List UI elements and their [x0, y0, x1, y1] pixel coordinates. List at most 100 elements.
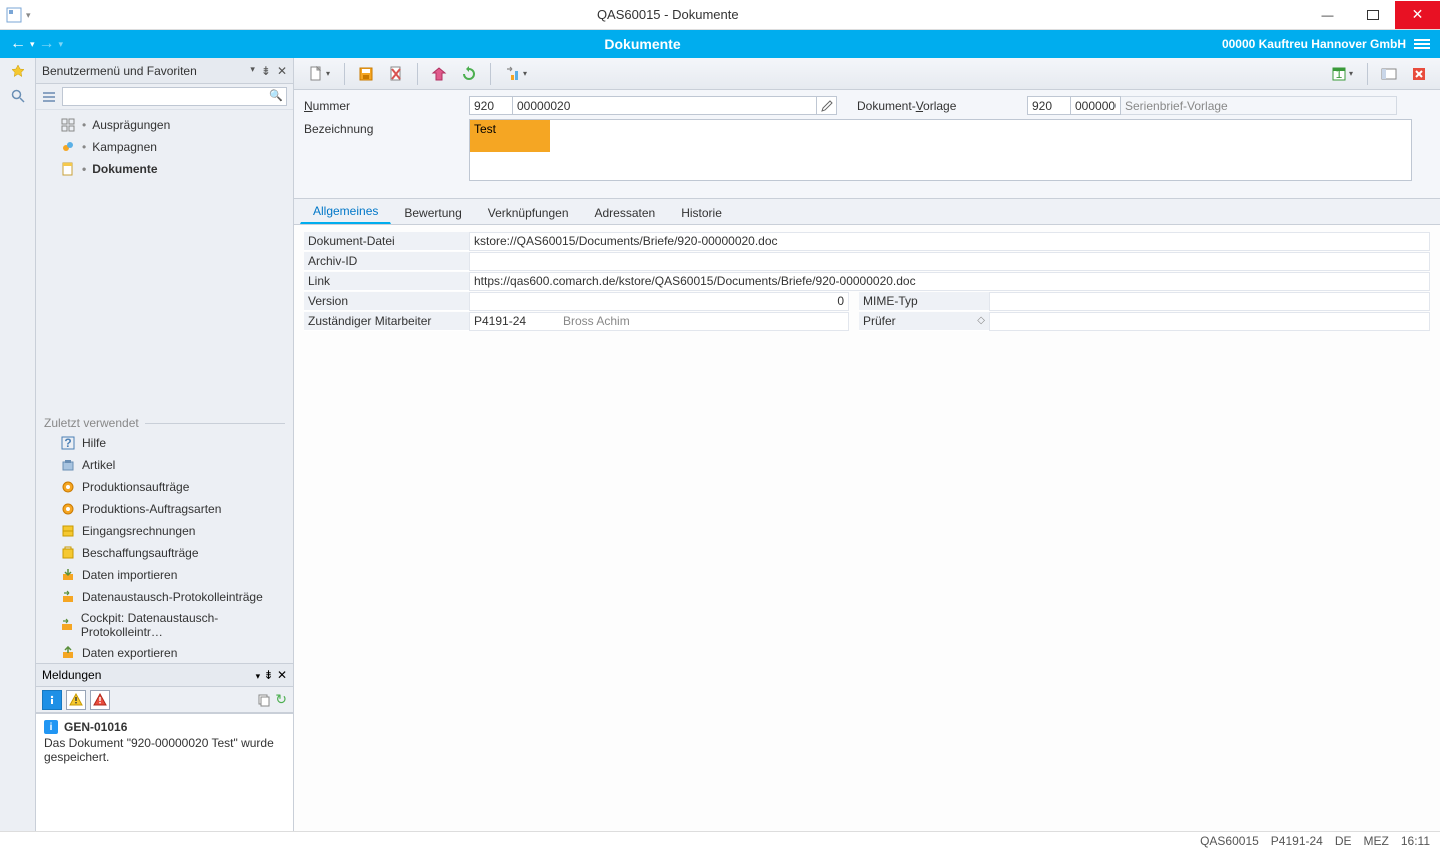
link-label: Link	[304, 272, 469, 291]
status-bar: QAS60015 P4191-24 DE MEZ 16:11	[0, 831, 1440, 849]
sidebar-search-input[interactable]	[62, 87, 287, 106]
pruefer-label: Prüfer◇	[859, 312, 989, 331]
vorlage-prefix-input[interactable]	[1027, 96, 1071, 115]
article-icon	[60, 457, 76, 473]
refresh-button[interactable]	[456, 62, 482, 86]
header-form: Nummer Dokument-Vorlage Bezeichnung	[294, 90, 1440, 199]
sidebar-item-kampagnen[interactable]: •Kampagnen	[36, 136, 293, 158]
datei-value[interactable]: kstore://QAS60015/Documents/Briefe/920-0…	[469, 232, 1430, 251]
validate-button[interactable]	[426, 62, 452, 86]
messages-pin-icon[interactable]: ⇟	[264, 668, 274, 682]
svg-text:1: 1	[1336, 67, 1343, 81]
save-button[interactable]	[353, 62, 379, 86]
nav-back-dropdown[interactable]: ▾	[30, 39, 35, 50]
bezeichnung-label: Bezeichnung	[304, 119, 469, 136]
app-title: Dokumente	[63, 36, 1222, 52]
bezeichnung-input[interactable]	[469, 119, 1412, 181]
panel-pin-icon[interactable]: ⇟	[261, 64, 271, 78]
panel-close-icon[interactable]: ✕	[277, 64, 287, 78]
status-user: P4191-24	[1271, 834, 1323, 848]
nav-forward-dropdown[interactable]: ▾	[59, 39, 64, 50]
mitarbeiter-value[interactable]: P4191-24 Bross Achim	[469, 312, 849, 331]
recent-item[interactable]: Artikel	[36, 454, 293, 476]
tab-adressaten[interactable]: Adressaten	[582, 200, 669, 224]
recent-item[interactable]: Daten exportieren	[36, 642, 293, 663]
view-button[interactable]: 1▾	[1325, 62, 1359, 86]
invoice-icon	[60, 523, 76, 539]
message-text: Das Dokument "920-00000020 Test" wurde g…	[44, 736, 285, 764]
nummer-input[interactable]	[513, 96, 817, 115]
version-value[interactable]: 0	[469, 292, 849, 311]
vorlage-desc	[1121, 96, 1397, 115]
sidebar-item-label: Dokumente	[92, 162, 157, 176]
tab-bewertung[interactable]: Bewertung	[391, 200, 474, 224]
sidebar-item-auspraegungen[interactable]: •Ausprägungen	[36, 114, 293, 136]
minimize-button[interactable]: —	[1305, 1, 1350, 29]
nummer-label: Nummer	[304, 96, 469, 113]
sidebar-item-label: Kampagnen	[92, 140, 157, 154]
recent-item[interactable]: Daten importieren	[36, 564, 293, 586]
message-code: GEN-01016	[64, 720, 127, 734]
link-value[interactable]: https://qas600.comarch.de/kstore/QAS6001…	[469, 272, 1430, 291]
close-button[interactable]: ✕	[1395, 1, 1440, 29]
exchange-icon	[60, 589, 76, 605]
panel-menu-icon[interactable]: ▾	[250, 64, 255, 78]
recent-item[interactable]: Datenaustausch-Protokolleinträge	[36, 586, 293, 608]
filter-error-button[interactable]	[90, 690, 110, 710]
status-timezone: MEZ	[1364, 834, 1389, 848]
tab-verknuepfungen[interactable]: Verknüpfungen	[475, 200, 582, 224]
prod-icon	[60, 501, 76, 517]
maximize-button[interactable]	[1350, 1, 1395, 29]
filter-info-button[interactable]	[42, 690, 62, 710]
messages-close-icon[interactable]: ✕	[277, 668, 287, 682]
vorlage-input[interactable]	[1071, 96, 1121, 115]
mime-value[interactable]	[989, 292, 1430, 311]
side-panel: Benutzermenü und Favoriten ▾ ⇟ ✕ 🔍 •Ausp…	[36, 58, 294, 831]
filter-icon[interactable]	[42, 90, 56, 104]
import-icon	[60, 567, 76, 583]
search-rail-icon[interactable]	[10, 88, 26, 104]
recent-item[interactable]: Eingangsrechnungen	[36, 520, 293, 542]
messages-refresh-icon[interactable]: ↻	[275, 691, 287, 708]
action-button[interactable]: ▾	[499, 62, 533, 86]
favorites-icon[interactable]	[10, 64, 26, 80]
mitarbeiter-label: Zuständiger Mitarbeiter	[304, 312, 469, 331]
vorlage-label: Dokument-Vorlage	[857, 96, 1027, 113]
sidebar-item-dokumente[interactable]: •Dokumente	[36, 158, 293, 180]
archiv-label: Archiv-ID	[304, 252, 469, 271]
tab-historie[interactable]: Historie	[668, 200, 735, 224]
hamburger-icon[interactable]	[1414, 37, 1430, 51]
edit-icon[interactable]	[817, 96, 837, 115]
nav-back-button[interactable]: ←	[10, 35, 26, 53]
app-icon	[6, 7, 22, 23]
diamond-icon[interactable]: ◇	[977, 315, 985, 326]
datei-label: Dokument-Datei	[304, 232, 469, 251]
recent-item[interactable]: ?Hilfe	[36, 432, 293, 454]
window-toggle-button[interactable]	[1376, 62, 1402, 86]
messages-menu-icon[interactable]: ▾	[256, 671, 261, 681]
recent-item[interactable]: Produktions-Auftragsarten	[36, 498, 293, 520]
new-button[interactable]: ▾	[302, 62, 336, 86]
messages-title: Meldungen	[42, 668, 256, 682]
nav-forward-button[interactable]: →	[39, 35, 55, 53]
close-tab-button[interactable]	[1406, 62, 1432, 86]
pruefer-value[interactable]	[989, 312, 1430, 331]
details-panel: Dokument-Datei kstore://QAS60015/Documen…	[294, 225, 1440, 831]
sidebar-tree: •Ausprägungen •Kampagnen •Dokumente Zule…	[36, 110, 293, 663]
delete-button[interactable]	[383, 62, 409, 86]
procure-icon	[60, 545, 76, 561]
recent-item[interactable]: Beschaffungsaufträge	[36, 542, 293, 564]
messages-copy-icon[interactable]	[257, 693, 271, 707]
filter-warning-button[interactable]	[66, 690, 86, 710]
main-area: ▾ ▾ 1▾ Nummer Dok	[294, 58, 1440, 831]
nummer-prefix-input[interactable]	[469, 96, 513, 115]
recent-item[interactable]: Cockpit: Datenaustausch-Protokolleintr…	[36, 608, 293, 642]
tab-allgemeines[interactable]: Allgemeines	[300, 198, 391, 224]
archiv-value[interactable]	[469, 252, 1430, 271]
exchange-icon	[60, 617, 75, 633]
search-icon[interactable]: 🔍	[269, 89, 283, 102]
org-label: 00000 Kauftreu Hannover GmbH	[1222, 37, 1406, 51]
info-icon: i	[44, 720, 58, 734]
status-system: QAS60015	[1200, 834, 1259, 848]
recent-item[interactable]: Produktionsaufträge	[36, 476, 293, 498]
